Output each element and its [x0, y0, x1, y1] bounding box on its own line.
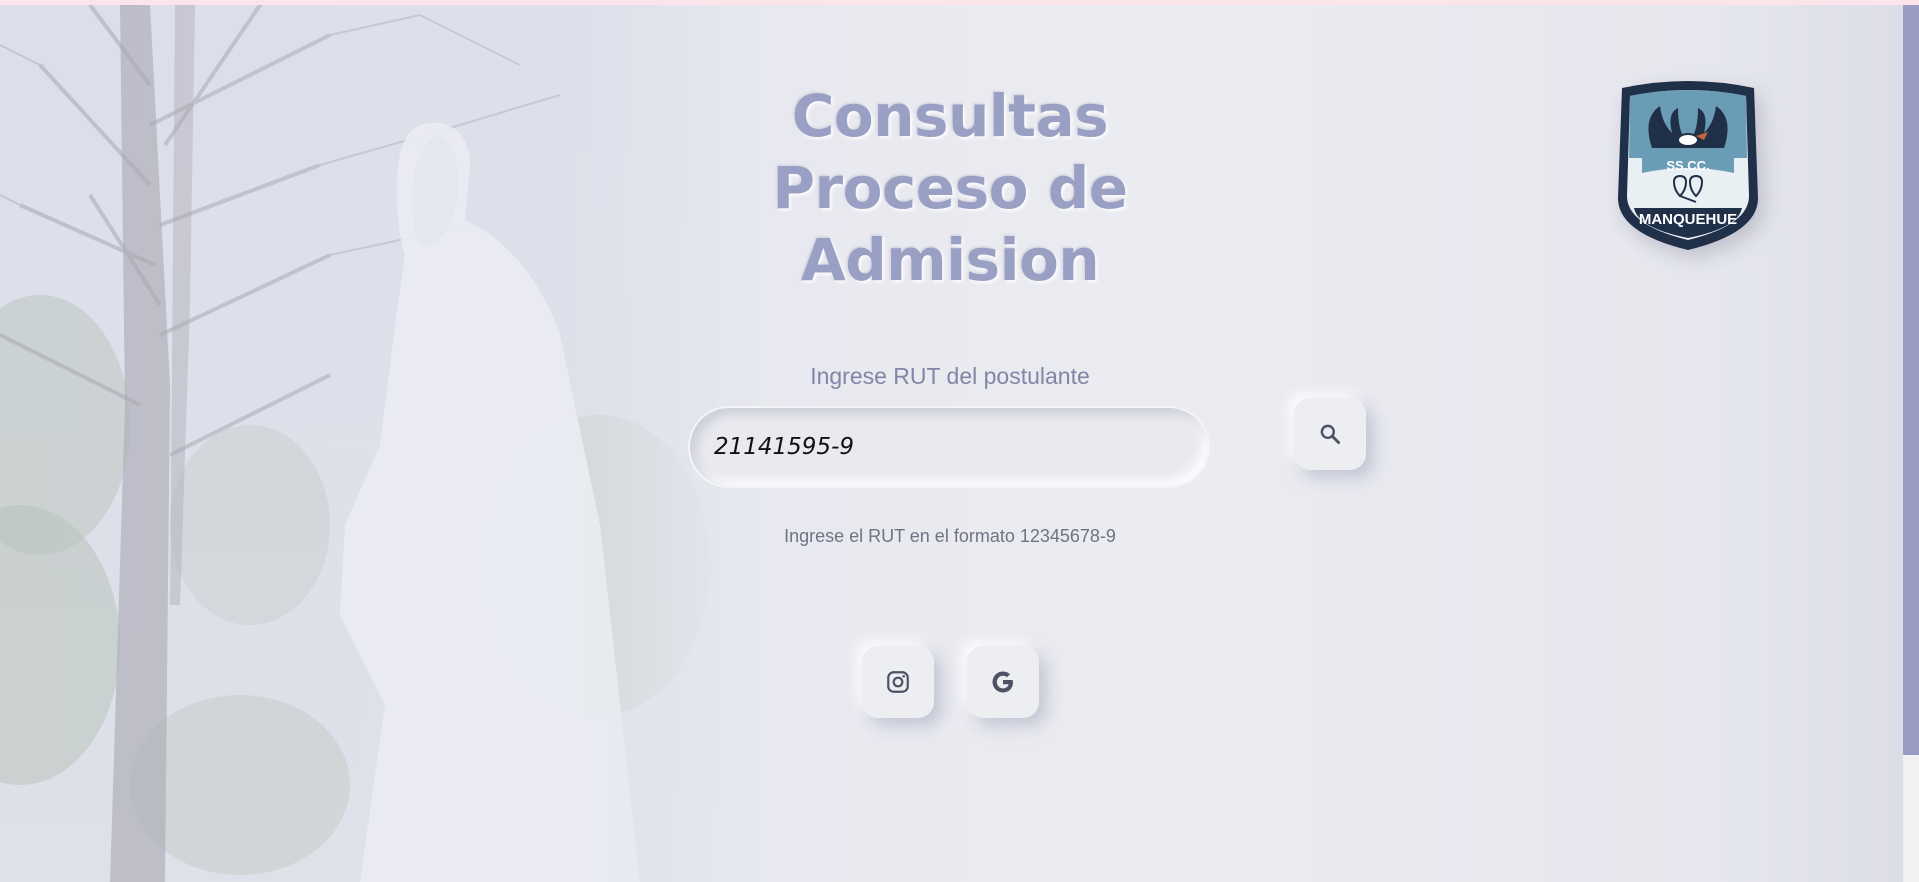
rut-format-hint: Ingrese el RUT en el formato 12345678-9 [784, 526, 1116, 546]
rut-input[interactable] [688, 406, 1210, 488]
page-title: Consultas Proceso de Admision [720, 80, 1180, 296]
title-line-1: Consultas [791, 82, 1109, 150]
logo-bottom-text: MANQUEHUE [1639, 211, 1737, 228]
school-logo: SS.CC. MANQUEHUE [1618, 81, 1758, 250]
google-button[interactable] [967, 646, 1039, 718]
instagram-icon [887, 671, 909, 693]
title-line-2: Proceso de [772, 154, 1128, 222]
rut-label: Ingrese RUT del postulante [810, 363, 1090, 389]
page: Consultas Proceso de Admision Ingrese RU… [0, 0, 1919, 882]
search-icon [1320, 424, 1341, 445]
instagram-button[interactable] [862, 646, 934, 718]
viewport: Consultas Proceso de Admision Ingrese RU… [0, 5, 1903, 882]
google-icon [992, 671, 1013, 693]
background-photo [0, 5, 760, 882]
logo-top-text: SS.CC. [1666, 158, 1709, 173]
title-line-3: Admision [800, 226, 1100, 294]
scrollbar-thumb[interactable] [1903, 5, 1919, 755]
search-button[interactable] [1294, 398, 1366, 470]
